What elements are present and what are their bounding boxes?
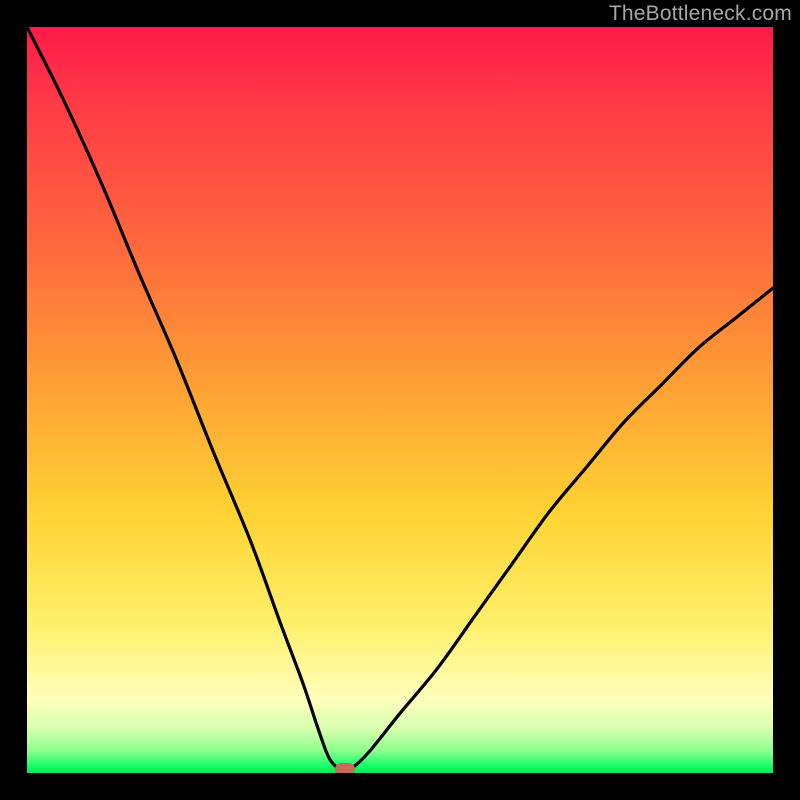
watermark-text: TheBottleneck.com	[609, 2, 792, 26]
chart-frame: TheBottleneck.com	[0, 0, 800, 800]
bottleneck-marker	[335, 763, 355, 773]
plot-area	[27, 27, 773, 773]
bottleneck-curve	[27, 27, 773, 773]
